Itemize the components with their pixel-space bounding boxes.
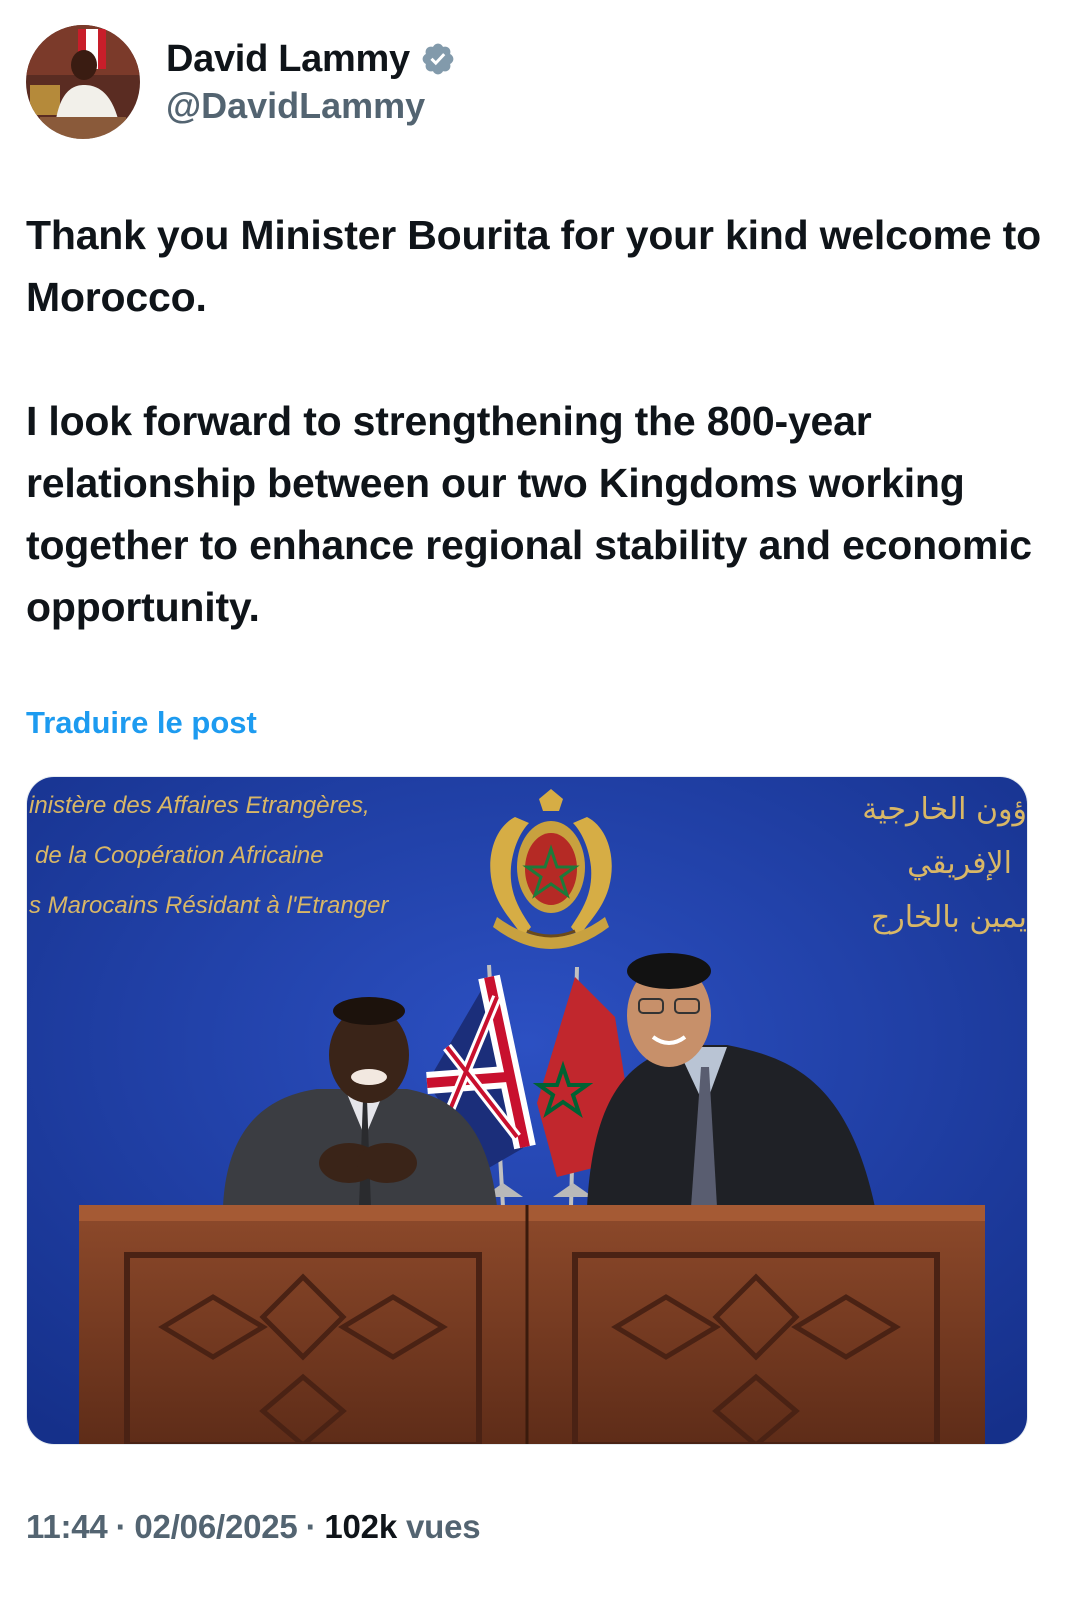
display-name[interactable]: David Lammy (166, 38, 410, 81)
tweet-text: Thank you Minister Bourita for your kind… (26, 204, 1046, 638)
views-label: vues (405, 1508, 481, 1545)
avatar[interactable] (26, 25, 140, 139)
tweet-paragraph: Thank you Minister Bourita for your kind… (26, 212, 1041, 320)
tweet-photo[interactable]: inistère des Affaires Etrangères, de la … (26, 776, 1028, 1445)
tweet-meta: 11:44 · 02/06/2025 · 102k vues (26, 1508, 481, 1546)
tweet-header: David Lammy @DavidLammy (26, 24, 456, 140)
translate-post-link[interactable]: Traduire le post (26, 705, 257, 741)
podium (79, 1205, 985, 1444)
avatar-image (26, 25, 140, 139)
meta-separator: · (115, 1508, 127, 1545)
tweet-time[interactable]: 11:44 (26, 1508, 108, 1545)
views-count: 102k (324, 1508, 397, 1545)
tweet-paragraph: I look forward to strengthening the 800-… (26, 398, 1032, 630)
photo-image: inistère des Affaires Etrangères, de la … (27, 777, 1027, 1444)
backdrop-line-ar: ؤون الخارجية (862, 792, 1027, 827)
tweet-date[interactable]: 02/06/2025 (134, 1508, 297, 1545)
name-row: David Lammy (166, 38, 456, 81)
backdrop-line-fr: de la Coopération Africaine (35, 842, 324, 869)
verified-badge-icon (420, 41, 456, 77)
backdrop-line-ar: الإفريقي (907, 846, 1012, 881)
tweet: David Lammy @DavidLammy Thank you Minist… (0, 0, 1072, 1600)
backdrop-line-fr: s Marocains Résidant à l'Etranger (29, 892, 389, 919)
backdrop-line-fr: inistère des Affaires Etrangères, (29, 792, 370, 819)
author-names: David Lammy @DavidLammy (166, 25, 456, 139)
handle[interactable]: @DavidLammy (166, 85, 456, 127)
meta-separator: · (305, 1508, 317, 1545)
backdrop-line-ar: يمين بالخارج (871, 900, 1027, 935)
